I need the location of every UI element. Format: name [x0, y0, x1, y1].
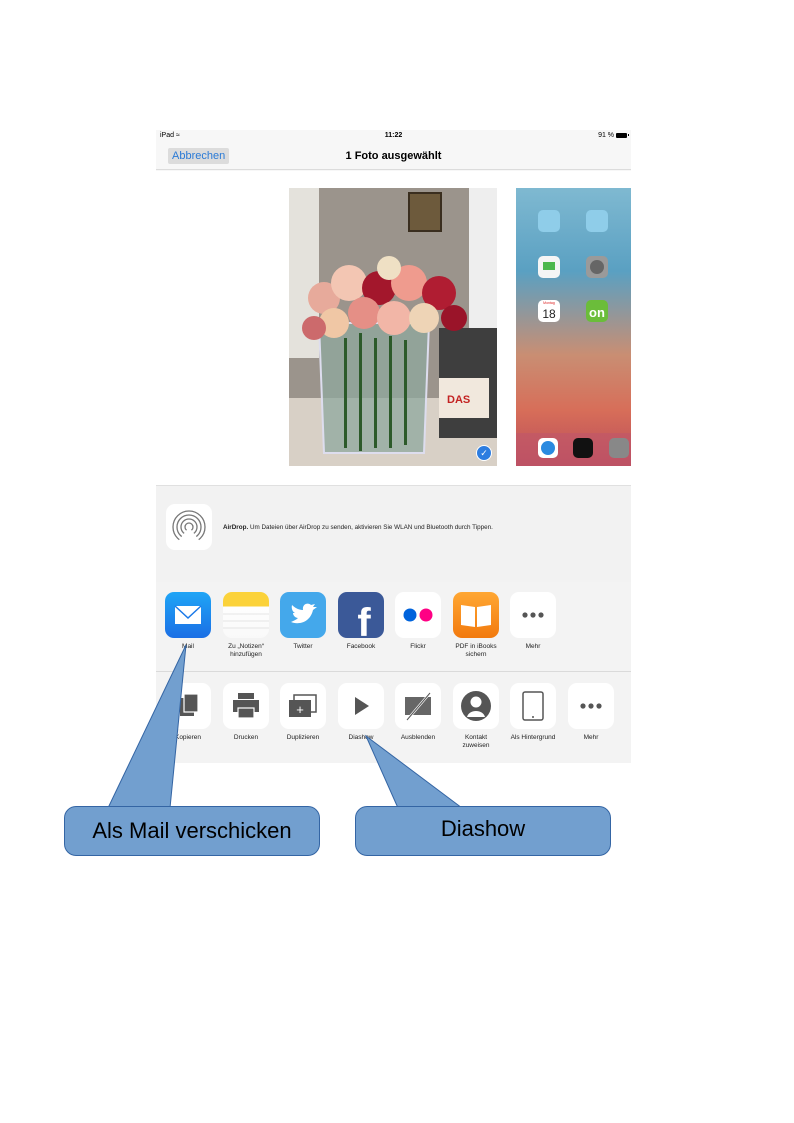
callout-mail: Als Mail verschicken	[64, 806, 320, 856]
share-item-ibooks[interactable]: PDF in iBooks sichern	[448, 592, 504, 659]
action-item-duplicate[interactable]: + Duplizieren	[275, 683, 331, 742]
action-item-more[interactable]: Mehr	[563, 683, 619, 742]
clock: 11:22	[384, 132, 403, 139]
battery-icon	[616, 132, 629, 138]
flickr-icon[interactable]	[395, 592, 441, 638]
callout-mail-text: Als Mail verschicken	[92, 818, 292, 843]
more-icon[interactable]	[510, 592, 556, 638]
ipad-share-screen: iPad ≈ 11:22 91 % Abbrechen 1 Foto ausge…	[156, 130, 631, 763]
action-label: Drucken	[233, 734, 259, 741]
print-icon[interactable]	[223, 683, 269, 729]
calendar-weekday: Montag	[543, 301, 555, 305]
hide-icon[interactable]	[395, 683, 441, 729]
action-item-contact[interactable]: Kontakt zuweisen	[448, 683, 504, 750]
share-item-mail[interactable]: Mail	[160, 592, 216, 651]
svg-text:DAS: DAS	[447, 394, 470, 406]
share-label: Mail	[182, 643, 194, 650]
selected-check-icon: ✓	[476, 445, 492, 461]
share-item-more[interactable]: Mehr	[505, 592, 561, 651]
calendar-day: 18	[542, 307, 556, 321]
share-item-facebook[interactable]: f Facebook	[333, 592, 389, 651]
play-icon[interactable]	[338, 683, 384, 729]
flower-photo[interactable]: DAS ✓	[289, 188, 497, 466]
action-label: Mehr	[583, 734, 599, 741]
wallpaper-icon[interactable]	[510, 683, 556, 729]
airdrop-hint: AirDrop. Um Dateien über AirDrop zu send…	[223, 524, 493, 531]
action-item-diashow[interactable]: Diashow	[333, 683, 389, 742]
status-bar: iPad ≈ 11:22 91 %	[156, 130, 631, 142]
action-label: Als Hintergrund	[510, 734, 556, 741]
nav-bar: Abbrechen 1 Foto ausgewählt	[156, 143, 631, 170]
flower-image: DAS	[289, 188, 497, 466]
contact-icon[interactable]	[453, 683, 499, 729]
battery-status: 91 %	[598, 132, 629, 139]
action-label: Diashow	[348, 734, 374, 741]
screenshot-photo[interactable]: Montag 18 on	[516, 188, 631, 466]
mail-icon[interactable]	[165, 592, 211, 638]
action-label: Ausblenden	[400, 734, 436, 741]
airdrop-section[interactable]: AirDrop. Um Dateien über AirDrop zu send…	[156, 485, 631, 583]
share-item-flickr[interactable]: Flickr	[390, 592, 446, 651]
share-label: Facebook	[346, 643, 376, 650]
action-item-hide[interactable]: Ausblenden	[390, 683, 446, 742]
svg-text:on: on	[589, 305, 605, 320]
share-item-twitter[interactable]: Twitter	[275, 592, 331, 651]
share-label: Twitter	[293, 643, 313, 650]
copy-icon[interactable]	[165, 683, 211, 729]
share-label: PDF in iBooks sichern	[455, 643, 497, 658]
twitter-icon[interactable]	[280, 592, 326, 638]
callout-diashow-text: Diashow	[440, 816, 526, 841]
share-row: Mail Zu „Notizen“ hinzufügen Twitter f F…	[156, 582, 631, 672]
action-item-wallpaper[interactable]: Als Hintergrund	[505, 683, 561, 742]
more-icon[interactable]	[568, 683, 614, 729]
facebook-icon[interactable]: f	[338, 592, 384, 638]
action-label: Kopieren	[174, 734, 202, 741]
notes-icon[interactable]	[223, 592, 269, 638]
action-label: Kontakt zuweisen	[462, 734, 490, 749]
page-title: 1 Foto ausgewählt	[345, 150, 442, 162]
share-item-notes[interactable]: Zu „Notizen“ hinzufügen	[218, 592, 274, 659]
share-label: Flickr	[410, 643, 426, 650]
callout-diashow: Diashow	[355, 806, 611, 856]
share-label: Mehr	[525, 643, 541, 650]
duplicate-icon[interactable]: +	[280, 683, 326, 729]
photo-strip[interactable]: DAS ✓ Montag 18 on	[156, 171, 631, 485]
ibooks-icon[interactable]	[453, 592, 499, 638]
action-item-print[interactable]: Drucken	[218, 683, 274, 742]
action-row: Kopieren Drucken + Duplizieren Diashow A…	[156, 672, 631, 763]
homescreen-image: Montag 18 on	[516, 210, 631, 466]
action-item-copy[interactable]: Kopieren	[160, 683, 216, 742]
svg-text:f: f	[357, 601, 371, 638]
airdrop-icon[interactable]	[166, 504, 212, 550]
share-label: Zu „Notizen“ hinzufügen	[228, 643, 264, 658]
action-label: Duplizieren	[286, 734, 320, 741]
svg-text:+: +	[296, 702, 304, 717]
